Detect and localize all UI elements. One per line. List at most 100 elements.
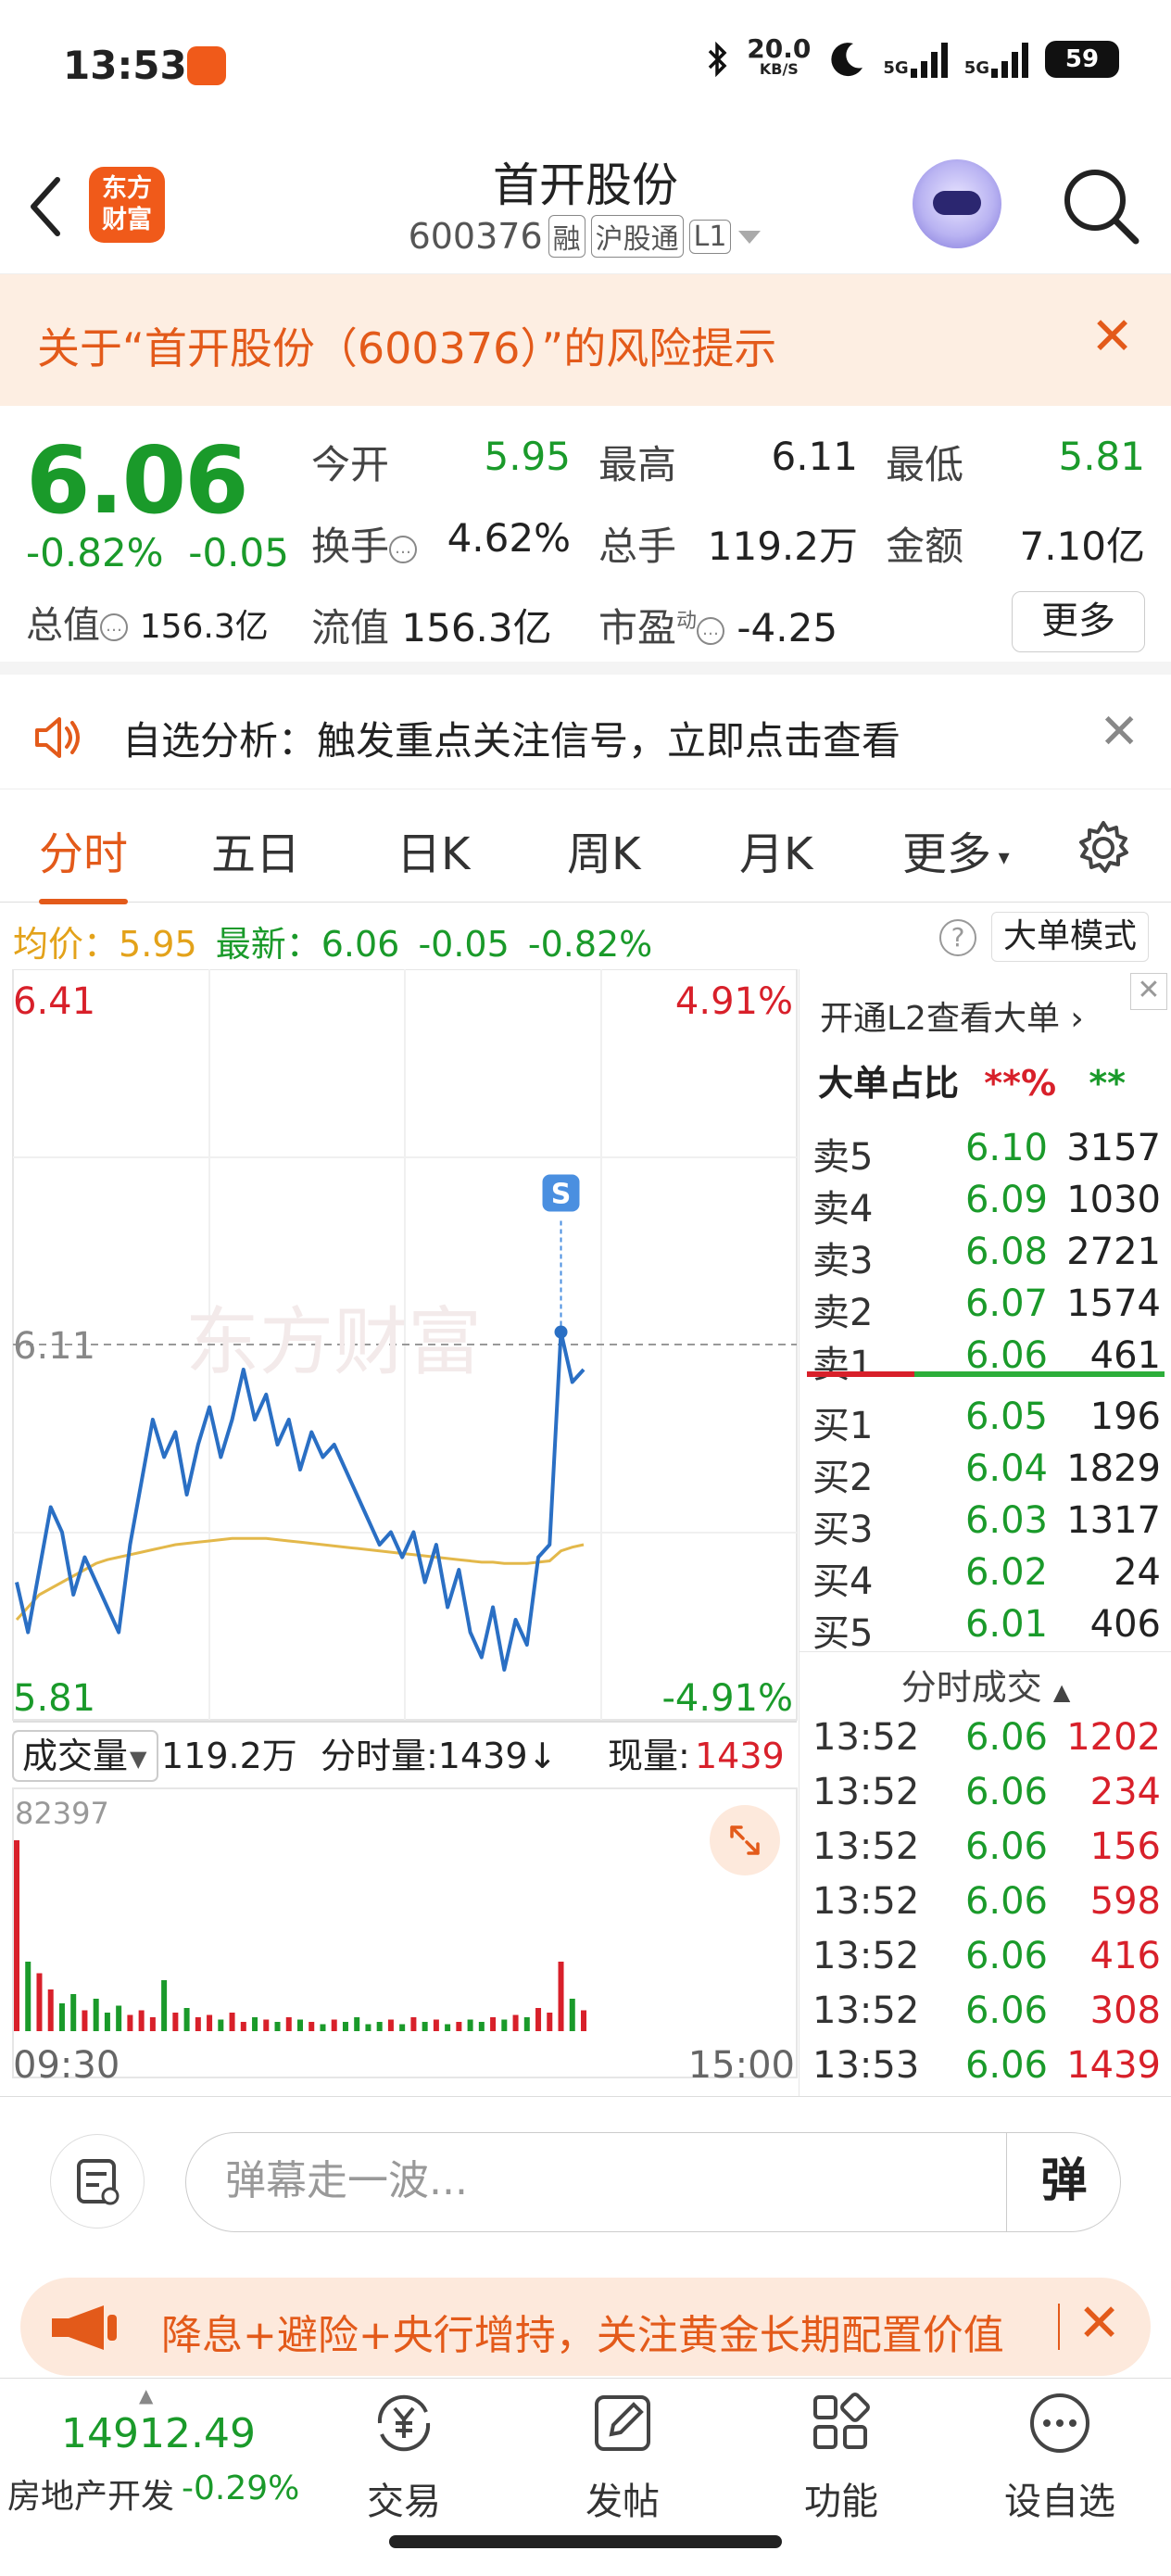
volume-bar	[569, 1998, 575, 2031]
gear-icon[interactable]	[1075, 819, 1132, 877]
close-icon[interactable]: ✕	[1099, 704, 1140, 760]
robot-assistant-icon[interactable]	[913, 159, 1001, 248]
volume-bar	[320, 2024, 326, 2031]
danmaku-toggle-button[interactable]: 弹	[1006, 2132, 1121, 2232]
trades-header[interactable]: 分时成交 ▲	[800, 1659, 1171, 1710]
nav-post[interactable]: 发帖	[530, 2379, 715, 2536]
comment-settings-icon[interactable]	[50, 2134, 145, 2229]
info-icon[interactable]: …	[100, 613, 128, 641]
nav-add-watchlist[interactable]: 设自选	[967, 2379, 1152, 2536]
svg-text:现量:: 现量:	[608, 1736, 690, 1776]
clock: 13:53	[63, 43, 187, 88]
net-speed: 20.0 KB/S	[747, 33, 812, 79]
tab-weekly-k[interactable]: 周K	[567, 817, 640, 882]
ask-row[interactable]: 卖4 6.09 1030	[807, 1179, 1165, 1231]
bid-row[interactable]: 买2 6.04 1829	[807, 1447, 1165, 1499]
info-icon[interactable]: …	[697, 616, 725, 645]
close-icon[interactable]: ✕	[1077, 2296, 1121, 2352]
ask-row[interactable]: 卖1 6.06 461	[807, 1334, 1165, 1386]
trade-row[interactable]: 13:52 6.06 1202	[807, 1716, 1165, 1768]
signal-icon	[910, 41, 948, 78]
tab-more[interactable]: 更多 ▾	[902, 817, 1010, 882]
trade-row[interactable]: 13:52 6.06 416	[807, 1935, 1165, 1987]
close-icon[interactable]: ✕	[1130, 973, 1167, 1010]
volume-bar	[501, 2019, 508, 2031]
volume-bar	[274, 2021, 281, 2031]
stock-header: 东方 财富 首开股份 600376 融 沪股通 L1	[0, 139, 1171, 274]
trade-row[interactable]: 13:52 6.06 598	[807, 1880, 1165, 1932]
volume-bar	[297, 2019, 303, 2031]
volume-bar	[218, 2019, 224, 2031]
signal-label-2: 5G	[963, 58, 989, 78]
price-change: -0.82% -0.05	[26, 530, 289, 575]
volume-bar	[104, 2012, 110, 2031]
volume-bar	[116, 2005, 122, 2031]
risk-banner[interactable]: 关于“首开股份（600376）”的风险提示 ✕	[0, 274, 1171, 406]
risk-text: 关于“首开股份（600376）”的风险提示	[37, 323, 777, 373]
volume-bar	[581, 2010, 586, 2031]
volume-bar	[410, 2016, 417, 2031]
promo-text: 降息+避险+央行增持，关注黄金长期配置价值	[161, 2312, 1004, 2359]
big-order-ratio: 大单占比 **% **	[818, 1063, 1127, 1104]
big-order-mode-button[interactable]: 大单模式	[991, 912, 1150, 962]
ask-row[interactable]: 卖2 6.07 1574	[807, 1282, 1165, 1334]
search-icon[interactable]	[1058, 163, 1143, 248]
volume-bar	[70, 1993, 77, 2031]
volume-bar	[127, 2014, 133, 2031]
grid-icon	[813, 2393, 870, 2449]
tab-daily-k[interactable]: 日K	[397, 817, 470, 882]
chart-tabs: 分时 五日 日K 周K 月K 更多 ▾	[0, 789, 1171, 904]
volume-bar	[354, 2016, 360, 2031]
intraday-chart[interactable]: 东方财富 6.41 4.91% 6.11 5.81 -4.91% S 成交量 ▼…	[0, 968, 799, 2096]
trade-row[interactable]: 13:52 6.06 308	[807, 1989, 1165, 2041]
ask-row[interactable]: 卖5 6.10 3157	[807, 1127, 1165, 1179]
sector-index[interactable]: ▲ 14912.49 房地产开发 -0.29%	[0, 2379, 302, 2536]
signal-label: 5G	[883, 58, 909, 78]
volume-bar	[433, 2019, 439, 2031]
volume-bar	[93, 1998, 99, 2031]
help-icon[interactable]: ?	[939, 919, 976, 956]
tab-five-day[interactable]: 五日	[211, 817, 300, 882]
expand-button[interactable]	[710, 1805, 780, 1875]
volume-bar	[547, 2012, 553, 2031]
trade-row[interactable]: 13:53 6.06 1439	[807, 2044, 1165, 2096]
analysis-banner[interactable]: 自选分析：触发重点关注信号，立即点击查看 ✕	[0, 688, 1171, 789]
nav-trade[interactable]: 交易	[311, 2379, 497, 2536]
volume-bar	[331, 2019, 337, 2031]
home-indicator[interactable]	[389, 2535, 782, 2548]
tab-intraday[interactable]: 分时	[39, 817, 129, 904]
yuan-exchange-icon	[377, 2394, 431, 2452]
l2-upgrade-link[interactable]: 开通L2查看大单 ›	[820, 991, 1084, 1040]
signal-icon-2	[991, 41, 1028, 78]
bid-row[interactable]: 买3 6.03 1317	[807, 1499, 1165, 1551]
volume-bar	[422, 2021, 428, 2031]
more-button[interactable]: 更多	[1012, 591, 1145, 652]
note-icon	[77, 2159, 120, 2205]
volume-bar	[285, 2016, 292, 2031]
bid-row[interactable]: 买1 6.05 196	[807, 1395, 1165, 1447]
volume-bar	[558, 1961, 564, 2031]
bid-row[interactable]: 买4 6.02 24	[807, 1551, 1165, 1603]
volume-bar	[478, 2021, 485, 2031]
tag-level: L1	[688, 219, 732, 254]
signal-s-label: S	[551, 1179, 572, 1211]
close-icon[interactable]: ✕	[1090, 311, 1134, 363]
promo-banner[interactable]: 降息+避险+央行增持，关注黄金长期配置价值 ✕	[20, 2278, 1151, 2376]
x-end-label: 15:00	[688, 2044, 795, 2087]
tab-monthly-k[interactable]: 月K	[739, 817, 812, 882]
bid-row[interactable]: 买5 6.01 406	[807, 1603, 1165, 1655]
trade-row[interactable]: 13:52 6.06 156	[807, 1825, 1165, 1877]
caret-down-icon	[738, 231, 762, 244]
volume-bar	[58, 2002, 65, 2031]
order-book: 开通L2查看大单 › ✕ 大单占比 **% ** 卖5 6.10 3157 卖4 6.0…	[799, 969, 1171, 2096]
ask-row[interactable]: 卖3 6.08 2721	[807, 1231, 1165, 1282]
volume-bar	[252, 2016, 258, 2031]
last-price: 6.06	[26, 426, 249, 535]
danmaku-input[interactable]: 弹幕走一波...	[185, 2132, 1121, 2232]
nav-functions[interactable]: 功能	[749, 2379, 934, 2536]
trade-row[interactable]: 13:52 6.06 234	[807, 1771, 1165, 1823]
y-bottom-label: 5.81	[13, 1677, 95, 1720]
more-dots-icon	[1030, 2393, 1089, 2453]
volume-bars	[14, 1840, 586, 2031]
volume-max-label: 82397	[15, 1796, 109, 1831]
